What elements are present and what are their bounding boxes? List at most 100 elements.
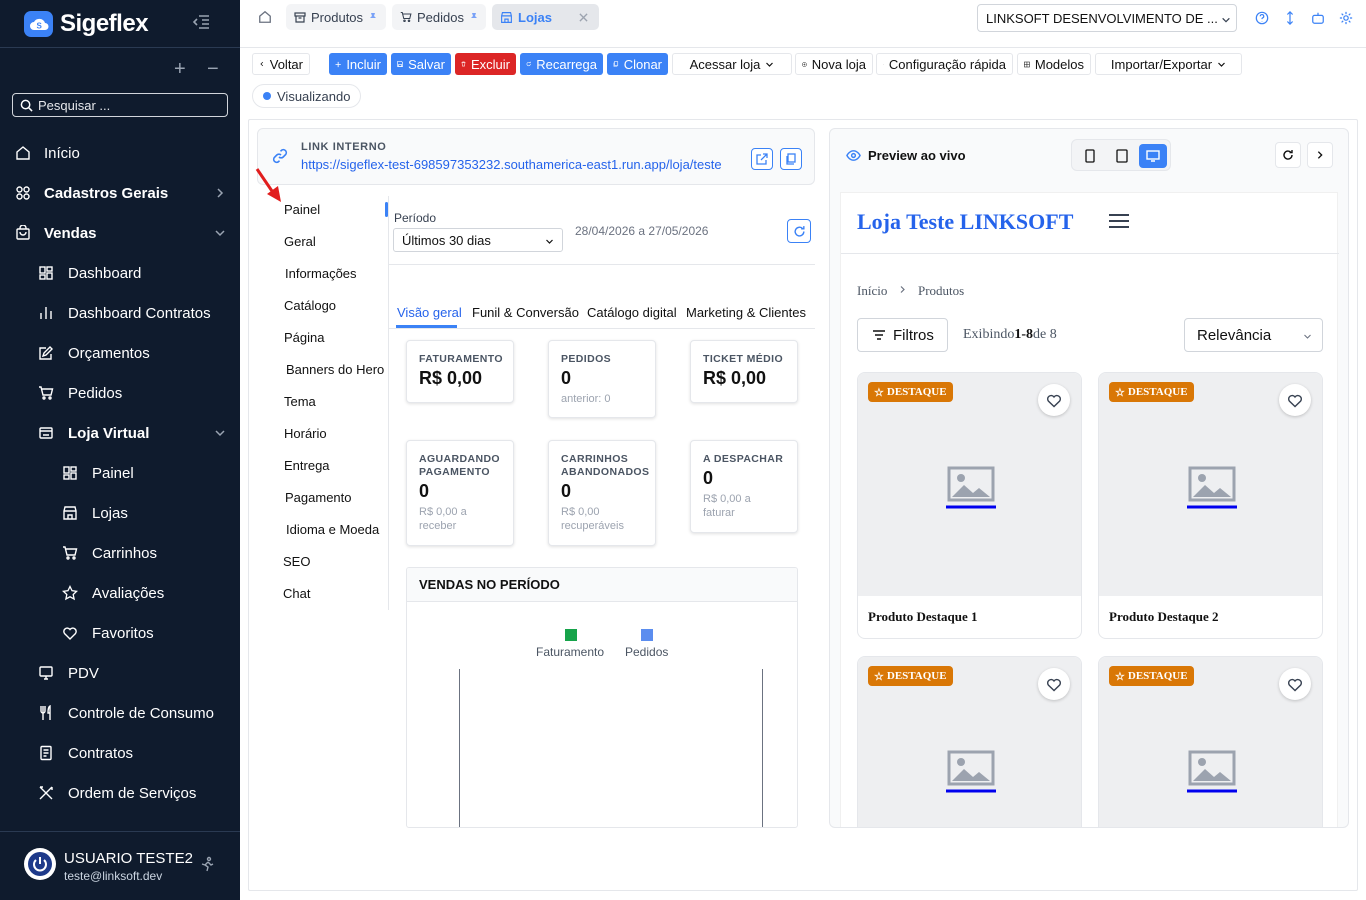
expand-preview-button[interactable] bbox=[1307, 142, 1333, 168]
product-card[interactable]: ☆ DESTAQUE bbox=[1098, 656, 1323, 827]
open-link-button[interactable] bbox=[751, 148, 773, 170]
legend-label-pedidos[interactable]: Pedidos bbox=[625, 645, 668, 659]
live-preview-panel: Preview ao vivo Loja Teste LINKSOFT Iníc… bbox=[829, 128, 1349, 828]
product-name[interactable]: Produto Destaque 1 bbox=[868, 609, 978, 625]
salvar-button[interactable]: Salvar bbox=[391, 53, 451, 75]
edit-document-icon bbox=[39, 346, 53, 360]
tab-funil-conversao[interactable]: Funil & Conversão bbox=[472, 305, 579, 320]
preview-title: Preview ao vivo bbox=[868, 148, 966, 163]
favorite-button[interactable] bbox=[1279, 384, 1311, 416]
legend-label-faturamento[interactable]: Faturamento bbox=[536, 645, 604, 659]
copy-link-button[interactable] bbox=[780, 148, 802, 170]
product-card[interactable]: ☆ DESTAQUE Produto Destaque 2 bbox=[1098, 372, 1323, 639]
incluir-button[interactable]: Incluir bbox=[329, 53, 387, 75]
period-select[interactable]: Últimos 30 dias bbox=[393, 228, 563, 252]
home-icon[interactable] bbox=[258, 10, 272, 24]
sidebar-item-controle-consumo[interactable]: Controle de Consumo bbox=[0, 693, 240, 733]
clonar-button[interactable]: Clonar bbox=[607, 53, 668, 75]
sidebar-item-contratos[interactable]: Contratos bbox=[0, 733, 240, 773]
favorite-button[interactable] bbox=[1038, 384, 1070, 416]
expand-vertical-icon[interactable] bbox=[1283, 11, 1297, 25]
breadcrumb-home[interactable]: Início bbox=[857, 283, 887, 299]
sidebar-item-dashboard[interactable]: Dashboard bbox=[0, 253, 240, 293]
section-nav-catalogo[interactable]: Catálogo bbox=[284, 298, 336, 313]
acessar-loja-button[interactable]: Acessar loja bbox=[672, 53, 792, 75]
section-nav-tema[interactable]: Tema bbox=[284, 394, 316, 409]
search-input[interactable] bbox=[38, 97, 218, 113]
product-card[interactable]: ☆ DESTAQUE bbox=[857, 656, 1082, 827]
favorite-button[interactable] bbox=[1279, 668, 1311, 700]
company-select[interactable]: LINKSOFT DESENVOLVIMENTO DE ... bbox=[977, 4, 1237, 32]
avatar[interactable] bbox=[24, 848, 56, 880]
expand-all-button[interactable]: + bbox=[174, 59, 186, 79]
section-nav-horario[interactable]: Horário bbox=[284, 426, 327, 441]
featured-badge: ☆ DESTAQUE bbox=[1109, 382, 1194, 402]
filters-button[interactable]: Filtros bbox=[857, 318, 948, 352]
sidebar-item-painel[interactable]: Painel bbox=[0, 453, 240, 493]
collapse-all-button[interactable]: − bbox=[207, 59, 219, 79]
section-nav-painel[interactable]: Painel bbox=[284, 202, 320, 217]
tablet-view-button[interactable] bbox=[1108, 144, 1136, 168]
tab-marketing-clientes[interactable]: Marketing & Clientes bbox=[686, 305, 806, 320]
section-nav-informacoes[interactable]: Informações bbox=[285, 266, 357, 281]
logout-icon[interactable] bbox=[199, 856, 215, 872]
hamburger-menu-icon[interactable] bbox=[1109, 213, 1129, 229]
sidebar-item-pedidos[interactable]: Pedidos bbox=[0, 373, 240, 413]
sidebar-item-pdv[interactable]: PDV bbox=[0, 653, 240, 693]
importar-exportar-button[interactable]: Importar/Exportar bbox=[1095, 53, 1242, 75]
tab-pedidos[interactable]: Pedidos bbox=[392, 4, 486, 30]
tab-visao-geral[interactable]: Visão geral bbox=[397, 305, 462, 320]
sort-select[interactable]: Relevância bbox=[1184, 318, 1323, 352]
voltar-button[interactable]: Voltar bbox=[252, 53, 310, 75]
app-logo[interactable]: S Sigeflex bbox=[24, 10, 149, 38]
help-icon[interactable] bbox=[1255, 11, 1269, 25]
mobile-view-button[interactable] bbox=[1076, 144, 1104, 168]
sidebar-item-lojas[interactable]: Lojas bbox=[0, 493, 240, 533]
desktop-icon bbox=[1146, 150, 1160, 162]
sidebar-item-cadastros-gerais[interactable]: Cadastros Gerais bbox=[0, 173, 240, 213]
sidebar-item-vendas[interactable]: Vendas bbox=[0, 213, 240, 253]
sidebar-item-ordem-servicos[interactable]: Ordem de Serviços bbox=[0, 773, 240, 813]
recarrega-button[interactable]: Recarrega bbox=[520, 53, 603, 75]
section-nav-seo[interactable]: SEO bbox=[283, 554, 310, 569]
section-nav-chat[interactable]: Chat bbox=[283, 586, 310, 601]
collapse-sidebar-icon[interactable] bbox=[192, 14, 212, 32]
store-name[interactable]: Loja Teste LINKSOFT bbox=[857, 209, 1073, 235]
desktop-view-button[interactable] bbox=[1139, 144, 1167, 168]
link-url[interactable]: https://sigeflex-test-698597353232.south… bbox=[301, 157, 722, 172]
sidebar-item-inicio[interactable]: Início bbox=[0, 133, 240, 173]
product-card[interactable]: ☆ DESTAQUE Produto Destaque 1 bbox=[857, 372, 1082, 639]
results-count: Exibindo1-8de 8 bbox=[963, 327, 1057, 342]
gear-icon[interactable] bbox=[1339, 11, 1353, 25]
refresh-period-button[interactable] bbox=[787, 219, 811, 243]
tab-produtos[interactable]: Produtos bbox=[286, 4, 386, 30]
sidebar-item-avaliacoes[interactable]: Avaliações bbox=[0, 573, 240, 613]
pin-icon[interactable] bbox=[368, 12, 378, 22]
section-nav-pagamento[interactable]: Pagamento bbox=[285, 490, 352, 505]
tab-lojas[interactable]: Lojas bbox=[492, 4, 599, 30]
pin-icon[interactable] bbox=[469, 12, 479, 22]
section-nav-idioma[interactable]: Idioma e Moeda bbox=[286, 522, 379, 537]
product-name[interactable]: Produto Destaque 2 bbox=[1109, 609, 1219, 625]
sidebar-item-orcamentos[interactable]: Orçamentos bbox=[0, 333, 240, 373]
sidebar-item-carrinhos[interactable]: Carrinhos bbox=[0, 533, 240, 573]
favorite-button[interactable] bbox=[1038, 668, 1070, 700]
nova-loja-button[interactable]: Nova loja bbox=[795, 53, 873, 75]
configuracao-rapida-button[interactable]: Configuração rápida bbox=[876, 53, 1013, 75]
sidebar-item-favoritos[interactable]: Favoritos bbox=[0, 613, 240, 653]
sidebar-item-dashboard-contratos[interactable]: Dashboard Contratos bbox=[0, 293, 240, 333]
modelos-button[interactable]: Modelos bbox=[1017, 53, 1091, 75]
reload-preview-button[interactable] bbox=[1275, 142, 1301, 168]
section-nav-pagina[interactable]: Página bbox=[284, 330, 324, 345]
section-nav-entrega[interactable]: Entrega bbox=[284, 458, 330, 473]
plus-icon bbox=[335, 61, 341, 67]
excluir-button[interactable]: Excluir bbox=[455, 53, 516, 75]
section-nav-banners[interactable]: Banners do Hero bbox=[286, 362, 384, 377]
sidebar-search[interactable] bbox=[12, 93, 228, 117]
close-icon[interactable] bbox=[579, 12, 588, 22]
robot-icon[interactable] bbox=[1311, 11, 1325, 25]
section-nav-geral[interactable]: Geral bbox=[284, 234, 316, 249]
tab-catalogo-digital[interactable]: Catálogo digital bbox=[587, 305, 677, 320]
copy-icon bbox=[613, 61, 619, 67]
sidebar-item-loja-virtual[interactable]: Loja Virtual bbox=[0, 413, 240, 453]
